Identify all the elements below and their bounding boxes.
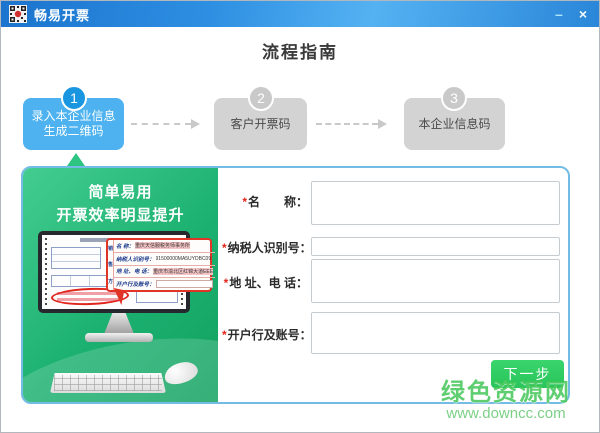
monitor-illustration: 销 售 方 名 称： 重庆天信服税务师事务所 纳税人识别号： 91500 <box>38 231 190 313</box>
promo-headline-1: 简单易用 <box>23 181 218 204</box>
callout-row-name: 名 称： 重庆天信服税务师事务所 <box>114 240 215 253</box>
callout-bank-empty-box <box>156 280 214 288</box>
app-logo-qr-icon <box>9 5 27 23</box>
bank-account-input[interactable] <box>311 312 560 354</box>
address-phone-input[interactable] <box>311 259 560 303</box>
watermark-site-url: www.downcc.com <box>441 405 571 423</box>
keyboard-illustration <box>50 373 166 393</box>
required-asterisk: * <box>222 328 227 342</box>
required-asterisk: * <box>224 276 229 290</box>
step-1-label-line1: 录入本企业信息 <box>31 109 115 124</box>
invoice-table-upper <box>51 247 101 269</box>
step-arrow-2-icon <box>316 123 378 125</box>
seller-char-3: 方 <box>108 278 113 285</box>
name-field-label: *名 称： <box>222 193 308 210</box>
monitor-screen: 销 售 方 名 称： 重庆天信服税务师事务所 纳税人识别号： 91500 <box>42 235 186 309</box>
seller-char-1: 销 <box>108 245 113 252</box>
bank-account-field-label: *开户行及账号： <box>222 326 308 343</box>
callout-taxid-value: 91500000MA5UYDBC09 <box>156 256 212 262</box>
active-step-pointer-icon <box>67 153 85 166</box>
close-button[interactable]: × <box>579 4 587 24</box>
address-phone-field-label: *地 址、电 话： <box>222 274 308 291</box>
callout-name-label: 名 称： <box>116 242 134 250</box>
monitor-base <box>85 333 153 342</box>
step-3-number: 3 <box>441 85 467 111</box>
content-panel: 简单易用 开票效率明显提升 销 售 <box>21 166 570 404</box>
callout-row-address: 地 址、电 话： 重庆市渝北区红锦大道EEE <box>114 266 215 279</box>
callout-bank-label: 开户行及账号： <box>116 280 155 288</box>
next-step-button[interactable]: 下一步 <box>491 360 564 388</box>
company-info-form: *名 称： *纳税人识别号： *地 址、电 话： *开户行及账号： 下一步 <box>218 168 568 402</box>
required-asterisk: * <box>242 195 247 209</box>
callout-row-bank: 开户行及账号： <box>114 278 215 290</box>
required-asterisk: * <box>222 241 227 255</box>
step-2-label: 客户开票码 <box>230 117 290 132</box>
monitor-stand <box>104 313 134 334</box>
promo-headline-2: 开票效率明显提升 <box>23 204 218 227</box>
invoice-callout: 销 售 方 名 称： 重庆天信服税务师事务所 纳税人识别号： 91500 <box>106 238 212 292</box>
callout-name-value: 重庆天信服税务师事务所 <box>135 242 190 249</box>
step-2-number: 2 <box>248 85 274 111</box>
seller-char-2: 售 <box>108 261 113 268</box>
taxpayer-id-input[interactable] <box>311 237 560 256</box>
page-title: 流程指南 <box>1 38 599 63</box>
mouse-illustration <box>162 358 201 388</box>
callout-address-label: 地 址、电 话： <box>116 267 152 275</box>
taxpayer-id-field-label: *纳税人识别号： <box>222 239 308 256</box>
promo-panel: 简单易用 开票效率明显提升 销 售 <box>23 168 218 402</box>
invoice-perforation-left <box>45 238 47 306</box>
window-title: 畅易开票 <box>34 5 90 24</box>
callout-address-value: 重庆市渝北区红锦大道EEE <box>153 268 213 275</box>
step-1-label-line2: 生成二维码 <box>43 124 103 139</box>
step-arrow-1-icon <box>131 123 191 125</box>
callout-row-taxid: 纳税人识别号： 91500000MA5UYDBC09 <box>114 253 215 266</box>
name-input[interactable] <box>311 181 560 225</box>
step-1-number: 1 <box>61 85 87 111</box>
callout-taxid-label: 纳税人识别号： <box>116 255 155 263</box>
title-bar: 畅易开票 – × <box>1 1 599 27</box>
app-window: 畅易开票 – × 流程指南 1 2 3 录入本企业信息 生成二维码 客户开票码 … <box>0 0 600 433</box>
step-3-label: 本企业信息码 <box>418 117 490 132</box>
invoice-table-lower-right <box>136 291 178 303</box>
minimize-button[interactable]: – <box>555 4 563 24</box>
